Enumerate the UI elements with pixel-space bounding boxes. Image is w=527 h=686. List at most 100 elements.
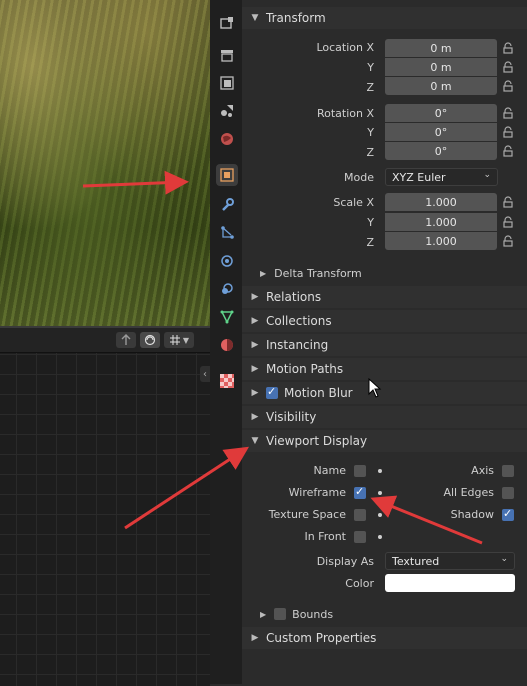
location-y-label: Y [367, 61, 374, 74]
name-label: Name [313, 464, 346, 477]
particles-icon[interactable] [216, 222, 238, 244]
viewport-display-header[interactable]: ▼ Viewport Display [242, 430, 527, 452]
lock-icon[interactable] [502, 80, 514, 92]
properties-tab-strip [210, 0, 242, 684]
location-z-field[interactable]: 0 m [385, 77, 497, 95]
collapsed-triangle-icon: ▶ [251, 316, 259, 326]
chevron-down-icon: ⌄ [483, 170, 491, 180]
rotation-x-field[interactable]: 0° [385, 104, 497, 122]
wireframe-checkbox[interactable] [354, 485, 366, 499]
bounds-checkbox[interactable] [274, 608, 287, 620]
object-properties-panel: ▼ Transform Location X Y Z 0 m 0 m 0 m R… [242, 0, 527, 684]
color-swatch[interactable] [385, 574, 515, 592]
rotation-z-field[interactable]: 0° [385, 142, 497, 160]
rotation-z-label: Z [366, 146, 374, 159]
delta-transform-header[interactable]: ▶ Delta Transform [260, 264, 362, 282]
rotation-y-label: Y [367, 126, 374, 139]
chevron-down-icon: ⌄ [500, 554, 508, 564]
material-icon[interactable] [216, 334, 238, 356]
relations-header[interactable]: ▶ Relations [242, 286, 527, 308]
all-edges-checkbox[interactable] [502, 487, 514, 499]
collapsed-triangle-icon: ▶ [251, 412, 259, 422]
scale-x-label: Scale X [333, 196, 374, 209]
name-checkbox[interactable] [354, 465, 366, 477]
rotation-y-field[interactable]: 0° [385, 123, 497, 141]
collapsed-triangle-icon: ▶ [251, 633, 259, 643]
dot-icon [378, 513, 382, 517]
render-icon[interactable] [216, 44, 238, 66]
expanded-triangle-icon: ▼ [251, 13, 259, 23]
shadow-checkbox[interactable] [502, 507, 514, 521]
physics-icon[interactable] [216, 250, 238, 272]
motion-paths-header[interactable]: ▶ Motion Paths [242, 358, 527, 380]
data-icon[interactable] [216, 306, 238, 328]
axis-checkbox[interactable] [502, 465, 514, 477]
lock-icon[interactable] [502, 107, 514, 119]
relations-title: Relations [266, 290, 322, 304]
scale-y-label: Y [367, 216, 374, 229]
bounds-header[interactable]: ▶ Bounds [260, 605, 333, 623]
mouse-cursor-icon [368, 377, 382, 401]
arrow-up-icon[interactable] [116, 332, 136, 348]
motion-blur-title: Motion Blur [284, 386, 353, 400]
rotation-mode-value: XYZ Euler [392, 170, 446, 184]
bounds-title: Bounds [292, 607, 334, 621]
collapsed-triangle-icon: ▶ [251, 292, 259, 302]
custom-properties-title: Custom Properties [266, 631, 377, 645]
location-x-label: Location X [316, 41, 374, 54]
scale-y-field[interactable]: 1.000 [385, 213, 497, 231]
axis-label: Axis [471, 464, 494, 477]
chevron-left-icon[interactable]: ‹ [200, 366, 210, 382]
3d-viewport[interactable] [0, 0, 210, 326]
collapsed-triangle-icon: ▶ [251, 388, 259, 398]
modifier-icon[interactable] [216, 194, 238, 216]
motion-blur-header[interactable]: ▶ Motion Blur [242, 382, 527, 404]
lock-icon[interactable] [502, 216, 514, 228]
overlay-icon[interactable] [140, 332, 160, 348]
lock-icon[interactable] [502, 42, 514, 54]
location-y-field[interactable]: 0 m [385, 58, 497, 76]
instancing-header[interactable]: ▶ Instancing [242, 334, 527, 356]
scale-x-field[interactable]: 1.000 [385, 193, 497, 211]
output-icon[interactable] [216, 72, 238, 94]
lock-icon[interactable] [502, 235, 514, 247]
constraints-icon[interactable] [216, 278, 238, 300]
lock-icon[interactable] [502, 61, 514, 73]
lock-icon[interactable] [502, 126, 514, 138]
transform-title: Transform [266, 11, 326, 25]
collections-header[interactable]: ▶ Collections [242, 310, 527, 332]
instancing-title: Instancing [266, 338, 329, 352]
rotation-mode-dropdown[interactable]: XYZ Euler ⌄ [385, 168, 498, 186]
texture-space-checkbox[interactable] [354, 509, 366, 521]
scale-z-field[interactable]: 1.000 [385, 232, 497, 250]
texture-icon[interactable] [216, 370, 238, 392]
location-x-field[interactable]: 0 m [385, 39, 497, 57]
in-front-checkbox[interactable] [354, 531, 366, 543]
scale-z-label: Z [366, 236, 374, 249]
motion-blur-checkbox[interactable] [266, 385, 278, 399]
dot-icon [378, 469, 382, 473]
dot-icon [378, 535, 382, 539]
scene-icon[interactable] [216, 128, 238, 150]
custom-properties-header[interactable]: ▶ Custom Properties [242, 627, 527, 649]
tool-icon[interactable] [216, 12, 238, 34]
visibility-header[interactable]: ▶ Visibility [242, 406, 527, 428]
display-as-label: Display As [316, 555, 374, 568]
snap-grid-icon[interactable]: ▼ [164, 332, 194, 348]
lock-icon[interactable] [502, 196, 514, 208]
object-icon[interactable] [216, 164, 238, 186]
transform-header[interactable]: ▼ Transform [242, 7, 527, 29]
lock-icon[interactable] [502, 145, 514, 157]
collapsed-triangle-icon: ▶ [251, 340, 259, 350]
expanded-triangle-icon: ▼ [251, 436, 259, 446]
delta-transform-title: Delta Transform [274, 266, 362, 280]
display-as-dropdown[interactable]: Textured ⌄ [385, 552, 515, 570]
view-layer-icon[interactable] [216, 100, 238, 122]
motion-paths-title: Motion Paths [266, 362, 344, 376]
collapsed-triangle-icon: ▶ [251, 364, 259, 374]
collections-title: Collections [266, 314, 332, 328]
collapsed-triangle-icon: ▶ [260, 609, 267, 619]
collapsed-triangle-icon: ▶ [260, 268, 267, 278]
node-editor[interactable]: ▼ [0, 326, 210, 686]
in-front-label: In Front [304, 530, 346, 543]
